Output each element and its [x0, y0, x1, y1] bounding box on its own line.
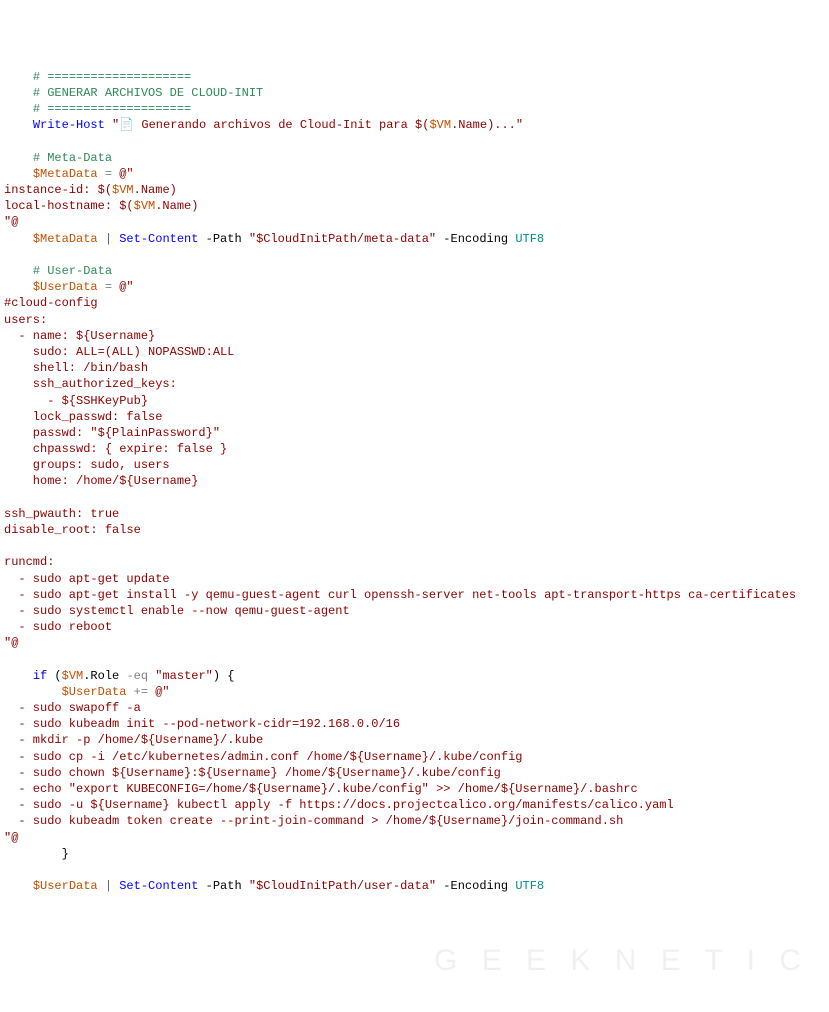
user-comment: # User-Data [33, 264, 112, 278]
user-path: "$CloudInitPath/user-data" [249, 879, 436, 893]
eq2: = [98, 280, 120, 294]
runcmd-key: runcmd: [4, 555, 54, 569]
if-op: -eq [119, 669, 155, 683]
sep1: # ==================== [33, 70, 191, 84]
encflag2: -Encoding [436, 879, 515, 893]
ind [4, 151, 33, 165]
if-open: ( [47, 669, 61, 683]
sep2: # ==================== [33, 102, 191, 116]
pipe2: | [98, 879, 120, 893]
title: # GENERAR ARCHIVOS DE CLOUD-INIT [33, 86, 263, 100]
encflag1: -Encoding [436, 232, 515, 246]
passwd-line: passwd: "${PlainPassword}" [4, 426, 220, 440]
userdata-var: $UserData [33, 280, 98, 294]
ind [4, 879, 33, 893]
ind [4, 280, 33, 294]
m6: - echo "export KUBECONFIG=/home/${Userna… [4, 782, 638, 796]
ind [4, 232, 33, 246]
sep-line [4, 70, 33, 84]
meta-path: "$CloudInitPath/meta-data" [249, 232, 436, 246]
m2: - sudo kubeadm init --pod-network-cidr=1… [4, 717, 400, 731]
m4: - sudo cp -i /etc/kubernetes/admin.conf … [4, 750, 522, 764]
if-prop: .Role [83, 669, 119, 683]
hd-open3: @" [155, 685, 169, 699]
wh-q2: ..." [494, 118, 523, 132]
set-content2: Set-Content [119, 879, 198, 893]
title-line [4, 86, 33, 100]
wh-subopen: $( [415, 118, 429, 132]
set-content1: Set-Content [119, 232, 198, 246]
v2: $VM [134, 199, 156, 213]
file-icon: 📄 [119, 118, 134, 132]
pathflag1: -Path [198, 232, 248, 246]
run4: - sudo reboot [4, 620, 112, 634]
ind [4, 264, 33, 278]
sc1: ) [170, 183, 177, 197]
sep-line2 [4, 102, 33, 116]
users-key: users: [4, 313, 47, 327]
ind [4, 847, 62, 861]
hd-open1: @" [119, 167, 133, 181]
ind [4, 118, 33, 132]
if-close: ) { [213, 669, 235, 683]
ssh-pwauth: ssh_pwauth: true [4, 507, 119, 521]
m5: - sudo chown ${Username}:${Username} /ho… [4, 766, 501, 780]
cloud-config: #cloud-config [4, 296, 98, 310]
if-kw: if [33, 669, 47, 683]
pluseq: += [126, 685, 155, 699]
ind [4, 669, 33, 683]
chpasswd-line: chpasswd: { expire: false } [4, 442, 227, 456]
ind [4, 685, 62, 699]
metadata-var: $MetaData [33, 167, 98, 181]
inst-id-lbl: instance-id: [4, 183, 98, 197]
watermark: G E E K N E T I C [434, 941, 809, 982]
p1: .Name [134, 183, 170, 197]
if-str: "master" [155, 669, 213, 683]
home-line: home: /home/${Username} [4, 474, 198, 488]
name-line: - name: ${Username} [4, 329, 155, 343]
code-block: # ==================== # GENERAR ARCHIVO… [4, 69, 825, 895]
groups-line: groups: sudo, users [4, 458, 170, 472]
local-host-lbl: local-hostname: [4, 199, 119, 213]
closebrace: } [62, 847, 69, 861]
eq1: = [98, 167, 120, 181]
wh-var: $VM [429, 118, 451, 132]
hd-close2: "@ [4, 636, 18, 650]
userdata-plus: $UserData [62, 685, 127, 699]
metadata-var2: $MetaData [33, 232, 98, 246]
pathflag2: -Path [198, 879, 248, 893]
if-var: $VM [62, 669, 84, 683]
userdata-var2: $UserData [33, 879, 98, 893]
sshkey-item: - ${SSHKeyPub} [4, 394, 148, 408]
run3: - sudo systemctl enable --now qemu-guest… [4, 604, 350, 618]
so2: $( [119, 199, 133, 213]
ind [4, 167, 33, 181]
run2: - sudo apt-get install -y qemu-guest-age… [4, 588, 796, 602]
sshkeys-line: ssh_authorized_keys: [4, 377, 177, 391]
p2: .Name [155, 199, 191, 213]
m8: - sudo kubeadm token create --print-join… [4, 814, 623, 828]
meta-comment: # Meta-Data [33, 151, 112, 165]
hd-close3: "@ [4, 831, 18, 845]
disable-root: disable_root: false [4, 523, 141, 537]
utf8-1: UTF8 [515, 232, 544, 246]
pipe1: | [98, 232, 120, 246]
m7: - sudo -u ${Username} kubectl apply -f h… [4, 798, 674, 812]
hd-close1: "@ [4, 215, 18, 229]
m1: - sudo swapoff -a [4, 701, 141, 715]
sudo-line: sudo: ALL=(ALL) NOPASSWD:ALL [4, 345, 234, 359]
hd-open2: @" [119, 280, 133, 294]
m3: - mkdir -p /home/${Username}/.kube [4, 733, 263, 747]
wh-text: Generando archivos de Cloud-Init para [134, 118, 415, 132]
v1: $VM [112, 183, 134, 197]
so1: $( [98, 183, 112, 197]
wh-prop: .Name [451, 118, 487, 132]
shell-line: shell: /bin/bash [4, 361, 148, 375]
write-host-cmd: Write-Host [33, 118, 105, 132]
utf8-2: UTF8 [515, 879, 544, 893]
sc2: ) [191, 199, 198, 213]
lock-line: lock_passwd: false [4, 410, 162, 424]
run1: - sudo apt-get update [4, 572, 170, 586]
